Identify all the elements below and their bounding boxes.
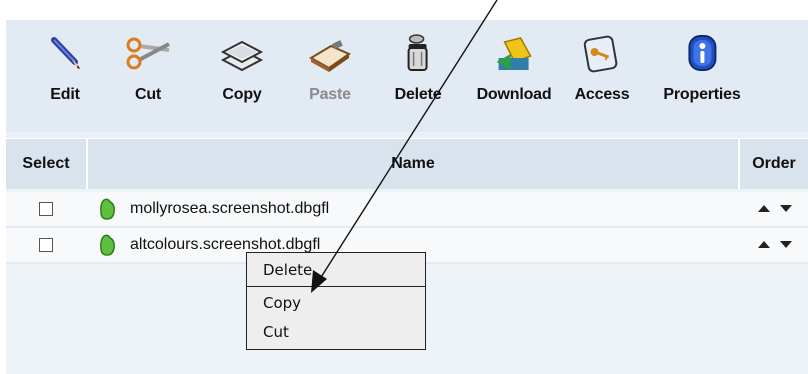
clipboard-icon	[307, 32, 353, 78]
info-icon	[679, 32, 725, 78]
context-menu-delete[interactable]: Delete	[247, 255, 425, 285]
properties-label: Properties	[663, 86, 741, 103]
order-controls	[758, 205, 804, 215]
move-up-icon[interactable]	[758, 241, 770, 248]
select-column-header[interactable]: Select	[6, 139, 88, 189]
delete-button[interactable]: Delete	[395, 32, 442, 104]
download-button[interactable]: Download	[477, 32, 552, 104]
table-header: Select Name Order	[6, 138, 808, 189]
stacked-layers-icon	[219, 32, 265, 78]
move-up-icon[interactable]	[758, 205, 770, 212]
copy-button[interactable]: Copy	[219, 32, 265, 104]
toolbar: Edit Cut Copy Paste Delete Download Acce…	[6, 20, 808, 132]
table-row[interactable]: mollyrosea.screenshot.dbgfl	[6, 192, 808, 228]
order-column-header[interactable]: Order	[740, 139, 808, 189]
pencil-icon	[42, 32, 88, 78]
access-button[interactable]: Access	[575, 32, 630, 104]
context-menu-divider	[247, 286, 425, 287]
paste-button[interactable]: Paste	[307, 32, 353, 104]
access-label: Access	[574, 86, 630, 103]
file-icon	[98, 234, 118, 256]
cut-label: Cut	[134, 86, 162, 103]
edit-button[interactable]: Edit	[42, 32, 88, 104]
context-menu-cut[interactable]: Cut	[247, 317, 425, 347]
delete-label: Delete	[394, 86, 442, 103]
download-label: Download	[476, 86, 552, 103]
select-cell	[6, 228, 86, 262]
edit-label: Edit	[50, 86, 80, 103]
row-checkbox[interactable]	[39, 238, 53, 252]
move-down-icon[interactable]	[780, 205, 792, 212]
order-controls	[758, 241, 804, 251]
paste-label: Paste	[309, 86, 351, 103]
row-checkbox[interactable]	[39, 202, 53, 216]
cut-button[interactable]: Cut	[125, 32, 171, 104]
scissors-icon	[125, 32, 171, 78]
name-column-header[interactable]: Name	[88, 139, 740, 189]
key-icon	[579, 32, 625, 78]
properties-button[interactable]: Properties	[663, 32, 741, 104]
context-menu-copy[interactable]: Copy	[247, 288, 425, 318]
copy-label: Copy	[222, 86, 262, 103]
select-cell	[6, 192, 86, 226]
download-icon	[491, 32, 537, 78]
context-menu: Delete Copy Cut	[246, 252, 426, 350]
move-down-icon[interactable]	[780, 241, 792, 248]
trash-can-icon	[395, 32, 441, 78]
file-name[interactable]: mollyrosea.screenshot.dbgfl	[130, 192, 329, 226]
file-icon	[98, 198, 118, 220]
